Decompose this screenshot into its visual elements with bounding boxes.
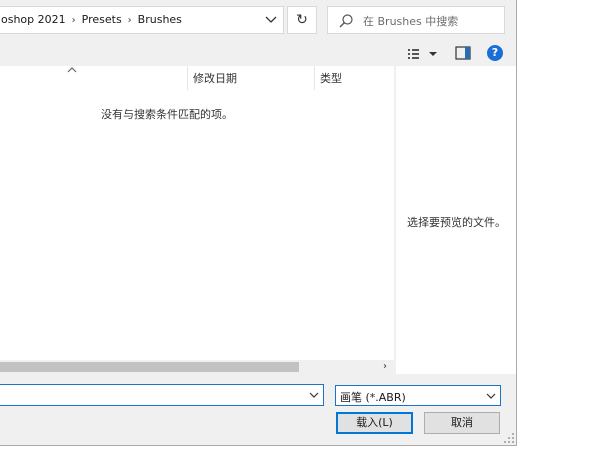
desktop-background	[518, 0, 600, 450]
load-button[interactable]: 载入(L)	[336, 412, 413, 434]
preview-pane-icon[interactable]	[455, 46, 471, 60]
preview-pane: 选择要预览的文件。	[395, 66, 516, 374]
chevron-down-icon[interactable]	[484, 390, 498, 402]
column-header-type[interactable]: 类型	[314, 66, 394, 90]
resize-grip-icon[interactable]	[503, 432, 515, 444]
sort-ascending-icon	[67, 67, 77, 73]
breadcrumb-item-photoshop[interactable]: oshop 2021	[1, 13, 66, 26]
refresh-button[interactable]: ↻	[287, 6, 317, 34]
chevron-down-icon[interactable]	[261, 12, 281, 28]
filetype-select[interactable]: 画笔 (*.ABR)	[335, 385, 501, 406]
command-bar: ?	[0, 40, 516, 66]
open-file-dialog: oshop 2021 › Presets › Brushes ↻ 在 Brushes 中…	[0, 0, 517, 446]
search-icon	[339, 14, 353, 28]
refresh-icon: ↻	[296, 12, 308, 28]
address-bar[interactable]: oshop 2021 › Presets › Brushes	[0, 6, 284, 34]
breadcrumb-separator[interactable]: ›	[128, 15, 132, 26]
breadcrumb-item-presets[interactable]: Presets	[82, 13, 122, 26]
horizontal-scrollbar[interactable]: ›	[0, 360, 394, 374]
empty-list-message: 没有与搜索条件匹配的项。	[101, 108, 233, 121]
filetype-value: 画笔 (*.ABR)	[340, 391, 406, 404]
cancel-button[interactable]: 取消	[424, 412, 500, 434]
scroll-right-icon[interactable]: ›	[379, 361, 391, 373]
column-header-date[interactable]: 修改日期	[187, 66, 314, 90]
view-options-icon[interactable]	[406, 46, 440, 62]
chevron-down-icon[interactable]	[307, 389, 321, 401]
breadcrumb-separator[interactable]: ›	[72, 15, 76, 26]
search-input[interactable]: 在 Brushes 中搜索	[363, 13, 458, 29]
search-box[interactable]: 在 Brushes 中搜索	[327, 6, 505, 34]
breadcrumb: oshop 2021 › Presets › Brushes	[1, 13, 182, 26]
help-button[interactable]: ?	[487, 45, 503, 61]
filename-field[interactable]	[0, 384, 324, 406]
column-header-row: 修改日期 类型	[0, 66, 394, 90]
preview-message: 选择要预览的文件。	[407, 216, 506, 229]
breadcrumb-item-brushes[interactable]: Brushes	[138, 13, 182, 26]
scrollbar-thumb[interactable]	[0, 362, 299, 372]
file-list[interactable]: 修改日期 类型 没有与搜索条件匹配的项。 ›	[0, 66, 394, 374]
